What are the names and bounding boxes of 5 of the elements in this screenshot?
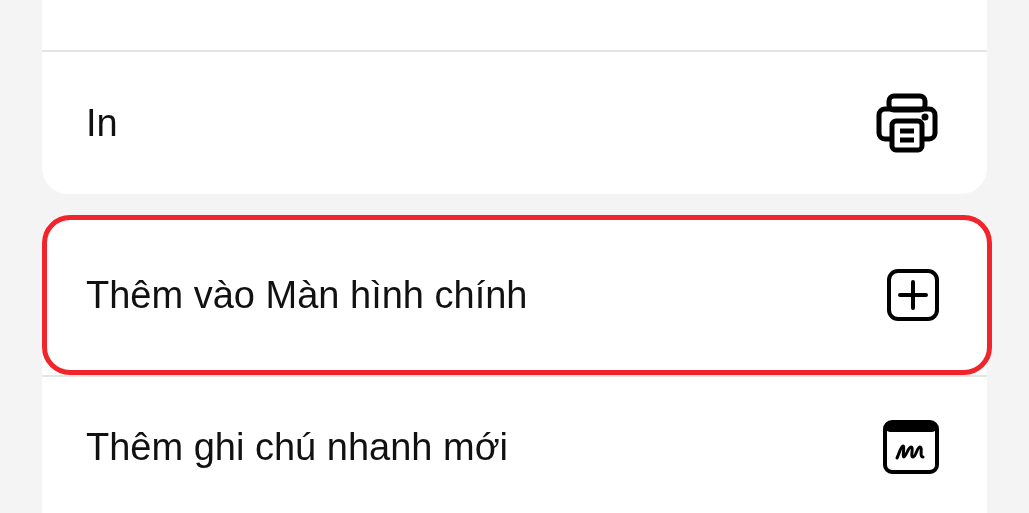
menu-item[interactable]: Thêm ghi chú nhanh mới <box>42 375 987 513</box>
menu-item[interactable]: Thêm vào Màn hình chính <box>42 215 992 375</box>
add-icon <box>887 269 939 321</box>
note-icon <box>883 420 939 474</box>
printer-icon <box>875 93 939 153</box>
